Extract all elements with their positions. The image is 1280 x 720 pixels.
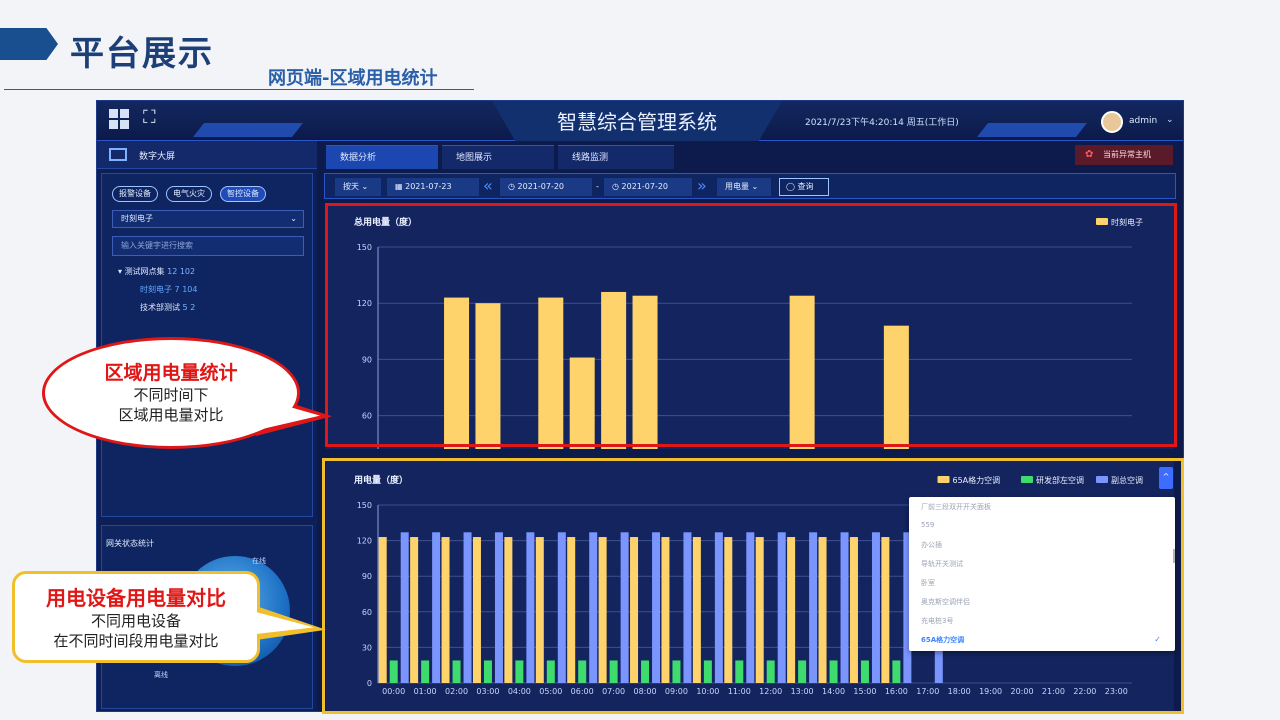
filter-alarm-devices[interactable]: 报警设备 [112,186,158,202]
tree-item-shike[interactable]: 时刻电子 7 104 [140,284,197,295]
date-2-value: 2021-07-20 [517,182,565,191]
monitor-icon [109,148,127,161]
query-button-label: 查询 [797,182,814,191]
chevron-down-icon[interactable]: ⌄ [1166,115,1174,125]
header-decoration-left [193,123,303,137]
filter-bar: 按天 ⌄ ▦ 2021-07-23 « ◷ 2021-07-20 - ◷ 202… [324,173,1176,199]
highlight-frame-device [322,458,1184,714]
alarm-hosts-label: 当前异常主机 [1103,150,1151,159]
alarm-icon: ✿ [1085,149,1094,160]
callout-device-line: 在不同时间段用电量对比 [53,632,219,650]
tree-item-label: 时刻电子 [140,285,172,294]
callout-device-title: 用电设备用电量对比 [46,586,226,610]
tab-map[interactable]: 地图展示 [442,145,554,169]
metric-select-value: 用电量 [725,182,749,191]
alarm-hosts-button[interactable]: ✿ 当前异常主机 [1075,145,1173,165]
tree-item-count: 5 [182,303,188,312]
pie-label-online: 在线 [252,557,266,565]
callout-total-line: 区域用电量对比 [118,406,224,424]
tab-data-analysis[interactable]: 数据分析 [326,145,438,169]
metric-select[interactable]: 用电量 ⌄ [717,178,771,196]
subtitle-underline [4,89,474,90]
mode-select[interactable]: 按天 ⌄ [335,178,381,196]
tree-item-count: 2 [190,303,196,312]
date-1-value: 2021-07-23 [405,182,452,191]
system-title: 智慧综合管理系统 [557,110,717,134]
user-name[interactable]: admin [1129,116,1157,126]
sidebar-header[interactable]: 数字大屏 [97,141,317,169]
fullscreen-icon[interactable]: ⛶ [143,107,156,128]
site-select[interactable]: 时刻电子 ⌄ [112,210,304,228]
gateway-panel-title: 网关状态统计 [106,539,154,548]
next-arrow-icon[interactable]: » [697,176,707,195]
query-button[interactable]: ◯ 查询 [779,178,829,196]
slide-subtitle: 网页端-区域用电统计 [268,68,438,89]
highlight-frame-total [325,203,1177,447]
callout-total-title: 区域用电量统计 [104,362,238,384]
pie-label-offline: 离线 [154,671,168,679]
prev-arrow-icon[interactable]: « [483,176,493,195]
slide-title: 平台展示 [70,34,214,74]
tree-item-count: 7 [174,285,180,294]
tree-root-count-online: 12 [167,267,178,276]
chevron-down-icon: ⌄ [290,214,297,223]
date-input-3[interactable]: ◷ 2021-07-20 [604,178,692,196]
filter-smart-devices[interactable]: 智控设备 [220,186,266,202]
avatar[interactable] [1101,111,1123,133]
date-input-1[interactable]: ▦ 2021-07-23 [387,178,479,196]
range-separator: - [596,182,599,191]
tree-root-count-total: 102 [179,267,196,276]
callout-total-line: 不同时间下 [133,386,209,404]
header-decoration-right [977,123,1087,137]
mode-select-value: 按天 [343,182,359,191]
tree-item-count: 104 [182,285,198,294]
tree-item-label: 技术部测试 [140,303,180,312]
title-arrow-shape [0,28,58,60]
filter-electric-fire[interactable]: 电气火灾 [166,186,212,202]
datetime-display: 2021/7/23下午4:20:14 周五(工作日) [805,118,959,128]
tree-root[interactable]: ▾ 测试网点集 12 102 [118,266,195,277]
tree-item-tech[interactable]: 技术部测试 5 2 [140,302,195,313]
date-3-value: 2021-07-20 [621,182,669,191]
tab-line-monitor[interactable]: 线路监测 [558,145,674,169]
app-grid-icon[interactable] [109,109,129,129]
site-select-value: 时刻电子 [121,214,153,223]
callout-device-line: 不同用电设备 [90,612,181,630]
tree-root-label: 测试网点集 [124,267,165,276]
search-input[interactable]: 输入关键字进行搜索 [112,236,304,256]
date-input-2[interactable]: ◷ 2021-07-20 [500,178,592,196]
sidebar-header-label: 数字大屏 [139,152,176,162]
top-bar: ⛶ 智慧综合管理系统 2021/7/23下午4:20:14 周五(工作日) ad… [97,101,1183,141]
